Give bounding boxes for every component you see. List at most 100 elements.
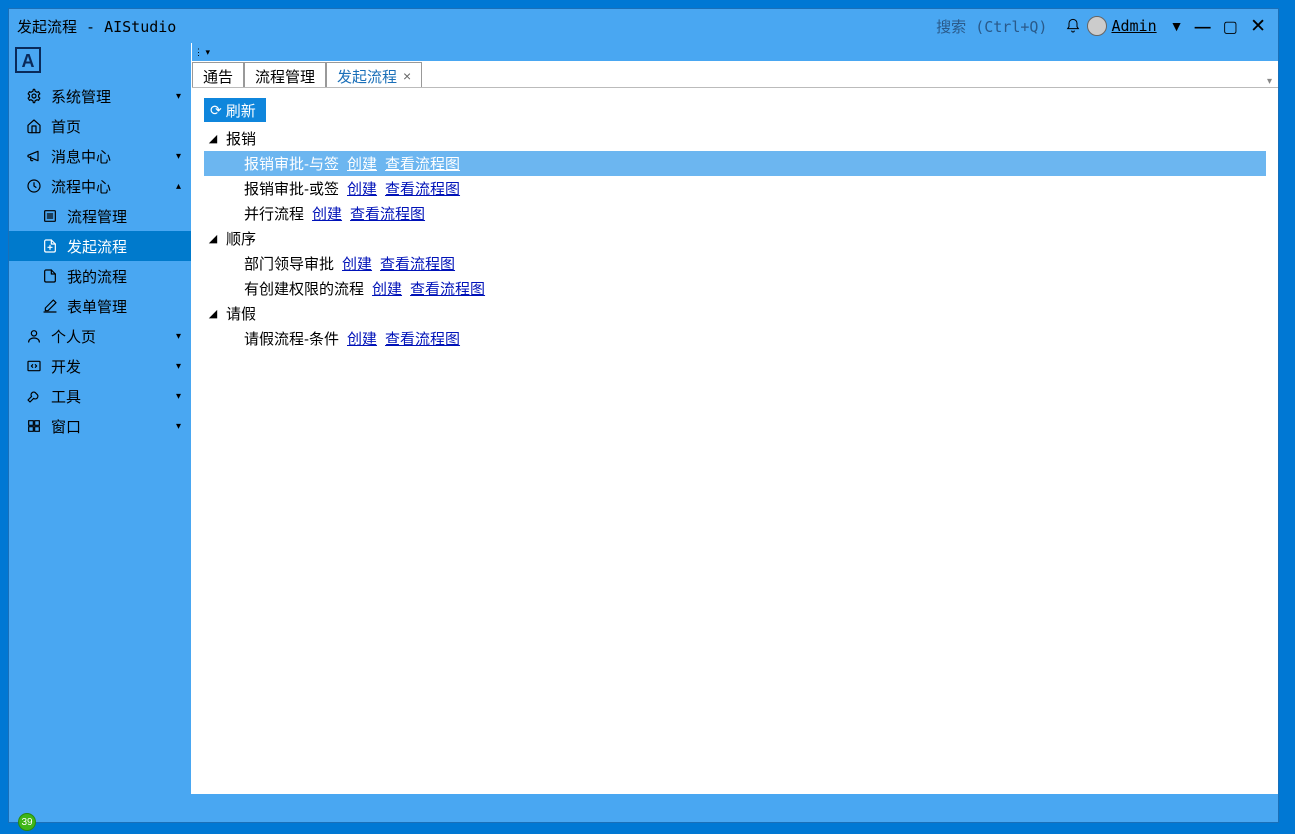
toolstrip: ⋮ ▾ — [192, 43, 1278, 61]
tab-label: 通告 — [203, 66, 233, 87]
file-plus-icon — [41, 238, 59, 254]
nav-subitem[interactable]: 发起流程 — [9, 231, 191, 261]
nav-item-user[interactable]: 个人页▾ — [9, 321, 191, 351]
workflow-tree: ◢报销报销审批-与签创建查看流程图报销审批-或签创建查看流程图并行流程创建查看流… — [204, 126, 1266, 351]
collapse-icon[interactable]: ◢ — [204, 132, 222, 145]
statusbar — [9, 794, 1278, 822]
workflow-name: 并行流程 — [244, 203, 304, 224]
collapse-icon[interactable]: ◢ — [204, 232, 222, 245]
window-controls: — ▢ ✕ — [1191, 15, 1270, 38]
nav-label: 我的流程 — [67, 266, 181, 287]
titlebar: 发起流程 - AIStudio 搜索 (Ctrl+Q) Admin ▼ — ▢ … — [9, 9, 1278, 43]
nav-item-grid[interactable]: 窗口▾ — [9, 411, 191, 441]
tree-group[interactable]: ◢报销 — [204, 126, 1266, 151]
create-link[interactable]: 创建 — [312, 203, 342, 224]
nav-item-clock[interactable]: 流程中心▴ — [9, 171, 191, 201]
create-link[interactable]: 创建 — [347, 178, 377, 199]
tree-leaf: 并行流程创建查看流程图 — [204, 201, 1266, 226]
workflow-name: 请假流程-条件 — [244, 328, 339, 349]
create-link[interactable]: 创建 — [342, 253, 372, 274]
view-diagram-link[interactable]: 查看流程图 — [385, 328, 460, 349]
tree-leaf: 报销审批-或签创建查看流程图 — [204, 176, 1266, 201]
notifications-icon[interactable] — [1061, 14, 1085, 38]
close-button[interactable]: ✕ — [1250, 16, 1266, 37]
tree-group[interactable]: ◢ 请假 — [204, 301, 1266, 326]
tab-row: 通告 流程管理发起流程× ▾ — [192, 61, 1278, 88]
create-link[interactable]: 创建 — [347, 328, 377, 349]
taskbar-badge[interactable]: 39 — [18, 813, 36, 831]
close-icon[interactable]: × — [403, 68, 411, 84]
window-title: 发起流程 - AIStudio — [17, 16, 936, 37]
nav-item-megaphone[interactable]: 消息中心▾ — [9, 141, 191, 171]
tab-label: 流程管理 — [255, 66, 315, 87]
nav-label: 表单管理 — [67, 296, 181, 317]
nav-label: 消息中心 — [51, 146, 176, 167]
app-window: 发起流程 - AIStudio 搜索 (Ctrl+Q) Admin ▼ — ▢ … — [8, 8, 1279, 823]
svg-text:A: A — [22, 51, 35, 71]
chevron-icon: ▾ — [176, 331, 181, 342]
chevron-icon: ▾ — [176, 361, 181, 372]
nav-item-home[interactable]: 首页 — [9, 111, 191, 141]
clock-icon — [25, 178, 43, 194]
toolstrip-handle[interactable]: ⋮ ▾ — [194, 47, 210, 58]
sidebar: A 系统管理▾首页消息中心▾流程中心▴流程管理发起流程我的流程表单管理个人页▾开… — [9, 43, 191, 794]
tab-options-icon[interactable]: ▾ — [1267, 76, 1272, 87]
user-icon — [25, 328, 43, 344]
nav-subitem[interactable]: 表单管理 — [9, 291, 191, 321]
nav-label: 工具 — [51, 386, 176, 407]
group-name: 请假 — [226, 303, 256, 324]
chevron-icon: ▾ — [176, 391, 181, 402]
view-diagram-link[interactable]: 查看流程图 — [380, 253, 455, 274]
nav-label: 窗口 — [51, 416, 176, 437]
tab[interactable]: 流程管理 — [244, 62, 326, 87]
nav-label: 开发 — [51, 356, 176, 377]
view-diagram-link[interactable]: 查看流程图 — [410, 278, 485, 299]
view-diagram-link[interactable]: 查看流程图 — [350, 203, 425, 224]
chevron-icon: ▴ — [176, 181, 181, 192]
search-hint[interactable]: 搜索 (Ctrl+Q) — [936, 16, 1047, 37]
admin-link[interactable]: Admin — [1111, 17, 1156, 35]
tree-leaf: 有创建权限的流程创建查看流程图 — [204, 276, 1266, 301]
tab[interactable]: 发起流程× — [326, 62, 422, 87]
chevron-icon: ▾ — [176, 151, 181, 162]
edit-icon — [41, 298, 59, 314]
collapse-icon[interactable]: ◢ — [204, 307, 222, 320]
file-icon — [41, 268, 59, 284]
workflow-name: 有创建权限的流程 — [244, 278, 364, 299]
create-link[interactable]: 创建 — [347, 153, 377, 174]
user-avatar[interactable] — [1087, 16, 1107, 36]
tab[interactable]: 通告 — [192, 62, 244, 87]
create-link[interactable]: 创建 — [372, 278, 402, 299]
tree-group[interactable]: ◢ 顺序 — [204, 226, 1266, 251]
nav-item-wrench[interactable]: 工具▾ — [9, 381, 191, 411]
tree-leaf: 部门领导审批创建查看流程图 — [204, 251, 1266, 276]
nav-label: 个人页 — [51, 326, 176, 347]
nav-item-code[interactable]: 开发▾ — [9, 351, 191, 381]
megaphone-icon — [25, 148, 43, 164]
list-icon — [41, 208, 59, 224]
workflow-name: 报销审批-与签 — [244, 153, 339, 174]
tree-leaf: 报销审批-与签创建查看流程图 — [204, 151, 1266, 176]
group-name: 顺序 — [226, 228, 256, 249]
nav-label: 流程中心 — [51, 176, 176, 197]
home-icon — [25, 118, 43, 134]
dropdown-icon[interactable]: ▼ — [1165, 14, 1189, 38]
workflow-name: 报销审批-或签 — [244, 178, 339, 199]
nav-subitem[interactable]: 流程管理 — [9, 201, 191, 231]
view-diagram-link[interactable]: 查看流程图 — [385, 178, 460, 199]
content-area: ⋮ ▾ 通告流程管理发起流程× ▾ ⟳ 刷新 ◢报销报销审批-与签创建查看流程图… — [191, 43, 1278, 794]
nav-label: 首页 — [51, 116, 181, 137]
nav-subitem[interactable]: 我的流程 — [9, 261, 191, 291]
maximize-button[interactable]: ▢ — [1223, 19, 1238, 36]
refresh-button[interactable]: ⟳ 刷新 — [204, 98, 266, 122]
grid-icon — [25, 418, 43, 434]
app-logo[interactable]: A — [15, 47, 41, 73]
chevron-icon: ▾ — [176, 421, 181, 432]
nav-label: 系统管理 — [51, 86, 176, 107]
nav-item-gear[interactable]: 系统管理▾ — [9, 81, 191, 111]
chevron-icon: ▾ — [176, 91, 181, 102]
view-diagram-link[interactable]: 查看流程图 — [385, 153, 460, 174]
workflow-panel: ⟳ 刷新 ◢报销报销审批-与签创建查看流程图报销审批-或签创建查看流程图并行流程… — [192, 88, 1278, 794]
minimize-button[interactable]: — — [1195, 19, 1211, 36]
code-icon — [25, 358, 43, 374]
